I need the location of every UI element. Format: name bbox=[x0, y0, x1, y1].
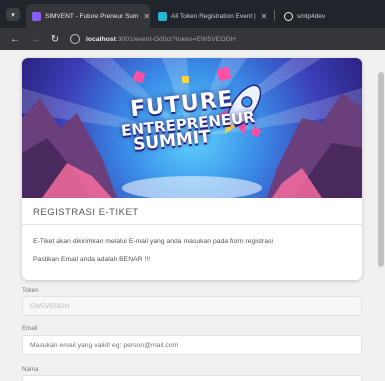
tab-search-menu-button[interactable]: ▾ bbox=[6, 8, 20, 21]
email-field[interactable] bbox=[22, 335, 362, 355]
tab-separator bbox=[274, 10, 275, 21]
email-label: Email bbox=[22, 325, 38, 332]
site-info-icon[interactable] bbox=[70, 34, 80, 44]
back-arrow-icon[interactable]: ← bbox=[8, 32, 22, 46]
token-field bbox=[22, 296, 362, 316]
event-banner-image: FUTURE ENTREPRENEUR SUMMIT bbox=[22, 58, 362, 198]
url-path: :3001/event-Od0cr?token=EW5VEOGH bbox=[115, 35, 236, 43]
scrollbar-thumb[interactable] bbox=[378, 72, 384, 267]
token-favicon-icon bbox=[158, 11, 167, 21]
token-label: Token bbox=[22, 287, 39, 294]
tab-smtp4dev[interactable]: smtp4dev bbox=[278, 4, 368, 28]
name-label: Nama bbox=[22, 366, 39, 373]
tab-title: All Token Registration Event | bbox=[171, 12, 256, 20]
address-bar[interactable]: localhost :3001/event-Od0cr?token=EW5VEO… bbox=[70, 31, 375, 47]
close-icon[interactable]: ✕ bbox=[261, 12, 268, 21]
registration-card: FUTURE ENTREPRENEUR SUMMIT REGISTRASI E-… bbox=[22, 58, 362, 280]
close-icon[interactable]: ✕ bbox=[143, 12, 150, 21]
reload-icon[interactable]: ↻ bbox=[48, 32, 62, 46]
url-host: localhost bbox=[86, 35, 116, 43]
banner-art bbox=[22, 58, 362, 198]
page-viewport: FUTURE ENTREPRENEUR SUMMIT REGISTRASI E-… bbox=[0, 50, 385, 381]
forward-arrow-icon[interactable]: → bbox=[28, 32, 42, 46]
tab-simvent[interactable]: SIMVENT - Future Preneur Sum ✕ bbox=[26, 4, 150, 28]
name-field[interactable] bbox=[22, 375, 362, 381]
card-title: REGISTRASI E-TIKET bbox=[33, 207, 139, 218]
globe-icon bbox=[284, 11, 293, 21]
tab-title: SIMVENT - Future Preneur Sum bbox=[45, 12, 139, 20]
browser-tab-bar: ▾ SIMVENT - Future Preneur Sum ✕ All Tok… bbox=[0, 0, 385, 28]
browser-toolbar: ← → ↻ localhost :3001/event-Od0cr?token=… bbox=[0, 28, 385, 50]
divider bbox=[22, 224, 362, 225]
tab-all-token[interactable]: All Token Registration Event | ✕ bbox=[152, 4, 270, 28]
info-text: E-Tiket akan dikirimkan melalui E-mail y… bbox=[33, 238, 274, 245]
simvent-favicon-icon bbox=[32, 11, 41, 21]
warning-text: Pastikan Email anda adalah BENAR !!! bbox=[33, 256, 151, 263]
tab-title: smtp4dev bbox=[297, 12, 326, 20]
